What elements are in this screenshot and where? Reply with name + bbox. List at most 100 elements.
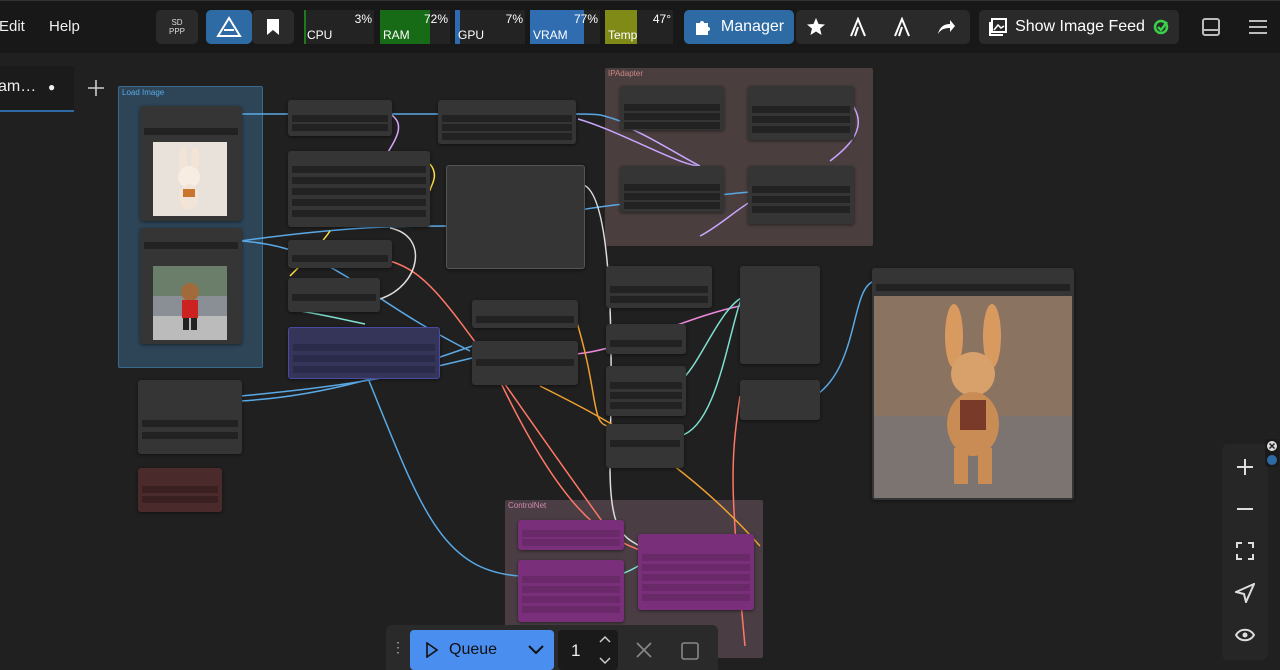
node-h[interactable] (138, 380, 242, 454)
panel-toggle-button[interactable] (1202, 18, 1220, 41)
chevron-down-icon (528, 645, 544, 655)
load-image-node-2[interactable] (140, 228, 242, 344)
gpu-percent: 7% (505, 12, 523, 26)
ram-percent: 72% (423, 12, 448, 26)
minus-icon (1237, 508, 1253, 510)
menu-edit[interactable]: Edit (0, 18, 25, 35)
share-button[interactable] (936, 18, 956, 41)
node-g[interactable] (472, 341, 578, 385)
main-menu-button[interactable] (1248, 19, 1268, 40)
play-icon (426, 642, 439, 658)
navigate-icon (1235, 583, 1255, 603)
workflow-button-2[interactable] (892, 16, 914, 42)
node-i[interactable] (606, 266, 712, 308)
fit-icon (1236, 542, 1254, 560)
bear-thumbnail (153, 266, 227, 340)
gpu-label: GPU (458, 28, 485, 42)
node-preview[interactable] (446, 165, 585, 269)
save-image-node[interactable] (872, 268, 1074, 500)
fit-view-button[interactable] (1230, 536, 1260, 566)
temp-monitor: 47° Temp (605, 10, 673, 44)
zoom-in-button[interactable] (1230, 452, 1260, 482)
gpu-monitor: 7% GPU (455, 10, 525, 44)
bunny-thumbnail (153, 142, 227, 216)
vram-percent: 77% (573, 12, 598, 26)
drag-handle[interactable]: ⋮ (391, 639, 405, 656)
sd-label: SD (171, 18, 183, 27)
load-image-node-1[interactable] (140, 106, 242, 221)
manager-label: Manager (720, 18, 785, 35)
show-image-feed-button[interactable]: Show Image Feed (979, 10, 1179, 44)
temp-value: 47° (652, 12, 671, 26)
controlnet-node-3[interactable] (638, 534, 754, 610)
node-e[interactable] (288, 278, 380, 312)
queue-bar: ⋮ Queue 1 (386, 625, 718, 670)
sd-ppp-button[interactable]: SD PPP (156, 10, 198, 44)
queue-options-button[interactable] (518, 630, 554, 670)
floating-widget[interactable] (1265, 439, 1279, 467)
sampler-node[interactable] (740, 266, 820, 364)
node-k[interactable] (606, 366, 686, 416)
favorites-button[interactable] (806, 17, 826, 42)
bookmark-button[interactable] (252, 10, 294, 44)
image-feed-label: Show Image Feed (1015, 18, 1145, 35)
panel-icon (1202, 18, 1220, 36)
node-d[interactable] (288, 240, 392, 268)
stop-icon (681, 642, 699, 660)
node-j[interactable] (606, 324, 686, 354)
ipadapter-node-4[interactable] (748, 166, 854, 224)
forward-icon (938, 20, 955, 34)
sigma-icon (894, 16, 910, 37)
node-l[interactable] (606, 424, 684, 468)
node-a[interactable] (288, 100, 392, 136)
ipadapter-node-1[interactable] (620, 86, 724, 130)
star-icon (807, 18, 825, 35)
ppp-label: PPP (168, 27, 185, 36)
node-muted[interactable] (138, 468, 222, 512)
batch-count-value: 1 (571, 641, 581, 660)
clear-queue-button[interactable] (636, 642, 652, 663)
queue-button[interactable]: Queue (410, 630, 518, 670)
ram-monitor: 72% RAM (380, 10, 450, 44)
node-b[interactable] (438, 100, 576, 144)
stepper-arrows-icon (599, 635, 611, 665)
sigma-icon (850, 16, 866, 37)
ram-label: RAM (383, 28, 410, 42)
node-prompt[interactable] (288, 327, 440, 379)
canvas-tools (1222, 444, 1268, 660)
node-f[interactable] (472, 300, 578, 328)
controlnet-node-2[interactable] (518, 560, 624, 622)
controlnet-node-1[interactable] (518, 520, 624, 550)
batch-count-stepper[interactable]: 1 (558, 630, 618, 670)
vram-label: VRAM (533, 28, 568, 42)
select-mode-button[interactable] (1230, 578, 1260, 608)
logo-button[interactable] (206, 10, 252, 44)
output-image (874, 296, 1072, 498)
manager-button[interactable]: Manager (684, 10, 794, 44)
cpu-monitor: 3% CPU (304, 10, 374, 44)
hamburger-icon (1249, 20, 1267, 34)
toggle-links-button[interactable] (1230, 620, 1260, 650)
feed-status-icon (1153, 19, 1169, 35)
close-icon (1267, 441, 1277, 465)
ipadapter-node-3[interactable] (620, 166, 724, 212)
eye-icon (1235, 628, 1255, 642)
tool-button-group (796, 10, 970, 44)
menu-help[interactable]: Help (49, 18, 80, 35)
queue-label: Queue (449, 641, 498, 658)
vram-monitor: 77% VRAM (530, 10, 600, 44)
node-canvas[interactable]: Load Image IPAdapter ControlNet (0, 66, 1280, 670)
top-menubar: Edit Help SD PPP 3% CPU 72% RAM 7% GPU 7… (0, 0, 1280, 53)
cpu-level-bar (304, 10, 307, 44)
node-c[interactable] (288, 151, 430, 227)
close-icon (636, 642, 652, 658)
logo-icon (216, 16, 242, 37)
bookmark-icon (267, 19, 279, 35)
decode-node[interactable] (740, 380, 820, 420)
ipadapter-node-2[interactable] (748, 86, 854, 140)
stop-button[interactable] (681, 642, 699, 665)
cpu-label: CPU (307, 28, 333, 42)
puzzle-icon (695, 21, 710, 35)
zoom-out-button[interactable] (1230, 494, 1260, 524)
workflow-button-1[interactable] (848, 16, 870, 42)
